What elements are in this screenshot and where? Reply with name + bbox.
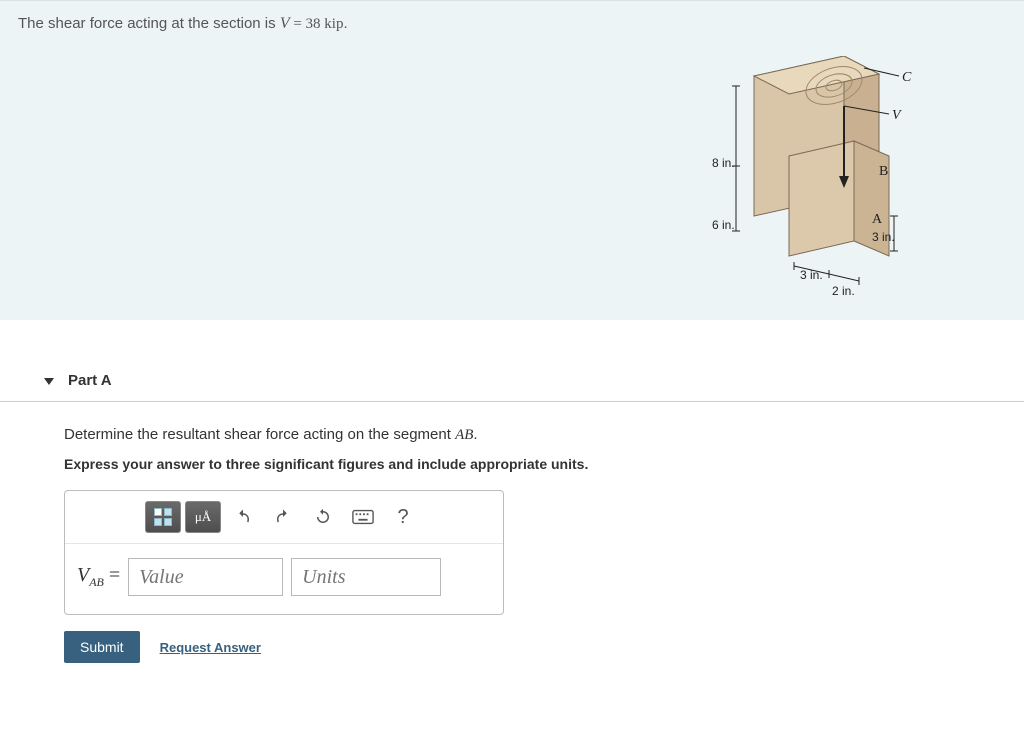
figure-dim-3in-bottom: 3 in. (800, 268, 823, 282)
variable-label: VAB = (77, 564, 120, 590)
question-var: AB (455, 427, 473, 443)
figure: C V B A 8 in. 6 in. 3 in. 3 in. 2 in. (714, 56, 934, 306)
answer-box: μÅ ? VAB = (64, 490, 504, 615)
keyboard-button[interactable] (345, 501, 381, 533)
beam-diagram (714, 56, 934, 306)
symbols-label: μÅ (195, 509, 211, 525)
symbols-button[interactable]: μÅ (185, 501, 221, 533)
input-row: VAB = (65, 544, 503, 614)
undo-icon (234, 508, 252, 526)
submit-button[interactable]: Submit (64, 631, 140, 663)
question-text: Determine the resultant shear force acti… (64, 426, 1024, 444)
part-title: Part A (68, 372, 112, 389)
question-prefix: Determine the resultant shear force acti… (64, 426, 455, 443)
variable-symbol: V (77, 564, 89, 586)
part-a-body: Determine the resultant shear force acti… (0, 402, 1024, 663)
figure-label-a: A (872, 212, 882, 228)
templates-button[interactable] (145, 501, 181, 533)
figure-dim-8in: 8 in. (712, 156, 735, 170)
reset-button[interactable] (305, 501, 341, 533)
keyboard-icon (352, 509, 374, 525)
question-suffix: . (473, 426, 477, 443)
figure-label-b: B (879, 164, 888, 180)
equation-toolbar: μÅ ? (65, 491, 503, 544)
variable-subscript: AB (89, 575, 104, 589)
help-button[interactable]: ? (385, 501, 421, 533)
redo-icon (274, 508, 292, 526)
problem-formula-var: V (280, 15, 290, 32)
equals-sign: = (104, 564, 120, 586)
templates-icon (154, 508, 172, 526)
undo-button[interactable] (225, 501, 261, 533)
reset-icon (314, 508, 332, 526)
figure-dim-2in: 2 in. (832, 284, 855, 298)
problem-text-prefix: The shear force acting at the section is (18, 15, 280, 32)
figure-dim-3in-right: 3 in. (872, 230, 895, 244)
value-input[interactable] (128, 558, 283, 596)
help-icon: ? (397, 506, 408, 529)
units-input[interactable] (291, 558, 441, 596)
request-answer-link[interactable]: Request Answer (160, 640, 261, 655)
collapse-icon (44, 378, 54, 385)
problem-header: The shear force acting at the section is… (0, 0, 1024, 320)
problem-text-suffix: . (343, 15, 347, 32)
figure-label-c: C (902, 70, 911, 86)
figure-label-v: V (892, 108, 901, 124)
figure-dim-6in: 6 in. (712, 218, 735, 232)
answer-instruction: Express your answer to three significant… (64, 456, 1024, 472)
submit-row: Submit Request Answer (64, 631, 1024, 663)
part-a-header[interactable]: Part A (0, 360, 1024, 402)
redo-button[interactable] (265, 501, 301, 533)
problem-statement: The shear force acting at the section is… (18, 15, 1006, 33)
problem-formula-eq: = 38 kip (290, 16, 344, 32)
